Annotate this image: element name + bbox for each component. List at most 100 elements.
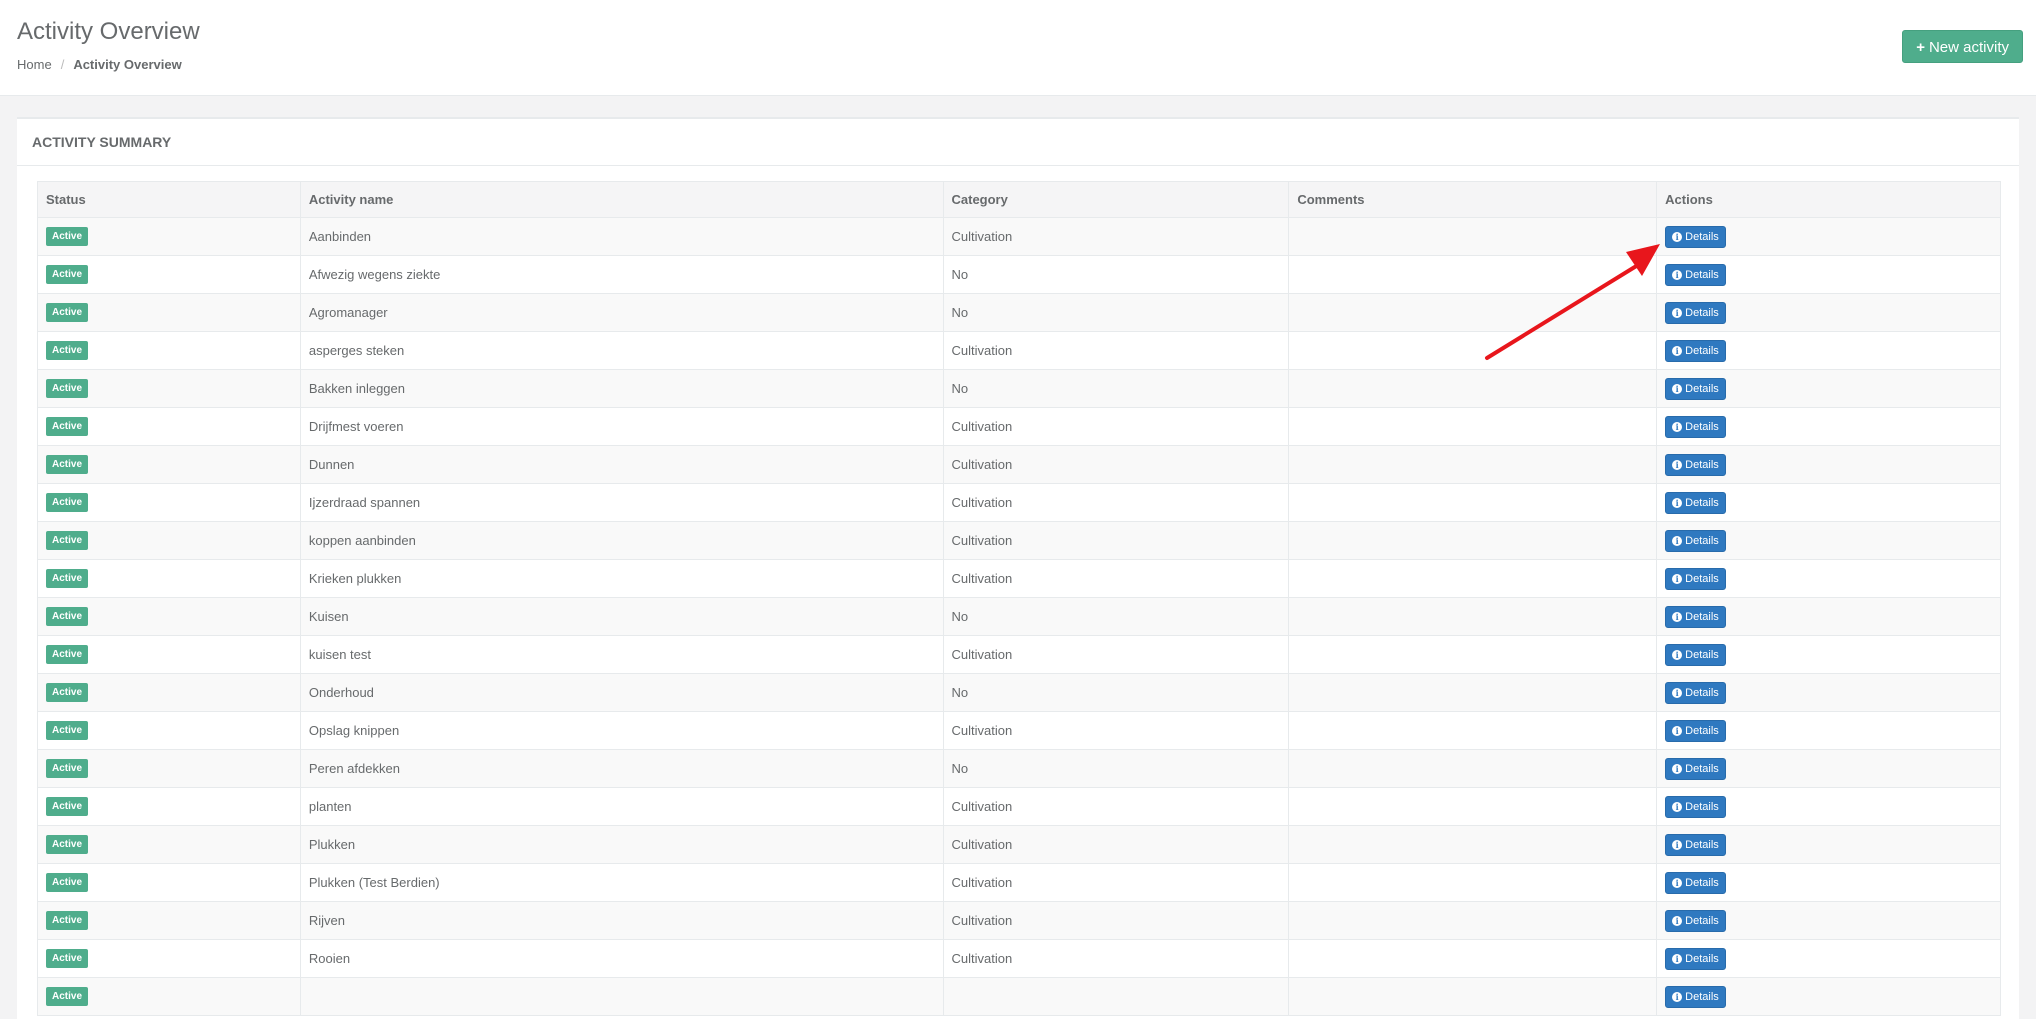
details-button[interactable]: i Details	[1665, 871, 1726, 894]
table-row: Active Plukken (Test Berdien) Cultivation i…	[37, 863, 2001, 902]
details-button[interactable]: i Details	[1665, 377, 1726, 400]
actions-cell: i Details	[1656, 977, 2001, 1016]
details-button[interactable]: i Details	[1665, 491, 1726, 514]
details-button[interactable]: i Details	[1665, 795, 1726, 818]
details-button[interactable]: i Details	[1665, 301, 1726, 324]
details-button[interactable]: i Details	[1665, 567, 1726, 590]
actions-cell: i Details	[1656, 863, 2001, 902]
status-badge: Active	[46, 455, 89, 474]
details-label: Details	[1685, 382, 1719, 395]
activity-name-cell: Kuisen	[299, 597, 944, 636]
table-header-row: Status Activity name Category Comments A…	[37, 181, 2001, 218]
breadcrumb: Home / Activity Overview	[17, 57, 182, 72]
activity-name-cell: Opslag knippen	[299, 711, 944, 750]
comments-cell	[1288, 939, 1658, 978]
actions-cell: i Details	[1656, 825, 2001, 864]
details-button[interactable]: i Details	[1665, 339, 1726, 362]
actions-cell: i Details	[1656, 331, 2001, 370]
table-row: Active i Details	[37, 977, 2001, 1016]
activity-name-cell: kuisen test	[299, 635, 944, 674]
details-button[interactable]: i Details	[1665, 453, 1726, 476]
comments-cell	[1288, 217, 1658, 256]
table-row: Active Onderhoud No i Details	[37, 673, 2001, 712]
activity-name-cell: asperges steken	[299, 331, 944, 370]
category-cell: Cultivation	[942, 407, 1290, 446]
comments-cell	[1288, 255, 1658, 294]
details-button[interactable]: i Details	[1665, 605, 1726, 628]
actions-cell: i Details	[1656, 521, 2001, 560]
info-circle-icon: i	[1672, 801, 1683, 812]
comments-cell	[1288, 369, 1658, 408]
activity-name-cell: Onderhoud	[299, 673, 944, 712]
details-label: Details	[1685, 686, 1719, 699]
comments-cell	[1288, 597, 1658, 636]
category-cell: Cultivation	[942, 711, 1290, 750]
details-button[interactable]: i Details	[1665, 947, 1726, 970]
table-body: Active Aanbinden Cultivation i Details Active…	[37, 217, 2001, 1016]
activity-name-cell: koppen aanbinden	[299, 521, 944, 560]
details-label: Details	[1685, 230, 1719, 243]
details-button[interactable]: i Details	[1665, 719, 1726, 742]
activity-name-cell: Bakken inleggen	[299, 369, 944, 408]
info-circle-icon: i	[1672, 991, 1683, 1002]
details-label: Details	[1685, 344, 1719, 357]
info-circle-icon: i	[1672, 687, 1683, 698]
details-button[interactable]: i Details	[1665, 225, 1726, 248]
status-cell: Active	[37, 293, 301, 332]
details-button[interactable]: i Details	[1665, 833, 1726, 856]
comments-cell	[1288, 635, 1658, 674]
status-cell: Active	[37, 255, 301, 294]
category-cell: Cultivation	[942, 863, 1290, 902]
info-circle-icon: i	[1672, 725, 1683, 736]
category-cell: No	[942, 293, 1290, 332]
category-cell: No	[942, 749, 1290, 788]
status-cell: Active	[37, 787, 301, 826]
breadcrumb-home[interactable]: Home	[17, 57, 52, 72]
info-circle-icon: i	[1672, 345, 1683, 356]
status-badge: Active	[46, 949, 89, 968]
comments-cell	[1288, 749, 1658, 788]
details-button[interactable]: i Details	[1665, 643, 1726, 666]
status-cell: Active	[37, 711, 301, 750]
category-cell: Cultivation	[942, 521, 1290, 560]
table-row: Active Ijzerdraad spannen Cultivation i Deta…	[37, 483, 2001, 522]
activity-name-cell: planten	[299, 787, 944, 826]
table-row: Active Aanbinden Cultivation i Details	[37, 217, 2001, 256]
actions-cell: i Details	[1656, 635, 2001, 674]
details-button[interactable]: i Details	[1665, 681, 1726, 704]
comments-cell	[1288, 445, 1658, 484]
details-button[interactable]: i Details	[1665, 985, 1726, 1008]
info-circle-icon: i	[1672, 839, 1683, 850]
column-header-comments[interactable]: Comments	[1288, 181, 1658, 218]
comments-cell	[1288, 787, 1658, 826]
table-row: Active Rijven Cultivation i Details	[37, 901, 2001, 940]
details-button[interactable]: i Details	[1665, 757, 1726, 780]
table-row: Active Plukken Cultivation i Details	[37, 825, 2001, 864]
category-cell: Cultivation	[942, 939, 1290, 978]
category-cell: Cultivation	[942, 635, 1290, 674]
status-cell: Active	[37, 597, 301, 636]
details-button[interactable]: i Details	[1665, 529, 1726, 552]
comments-cell	[1288, 407, 1658, 446]
table-row: Active kuisen test Cultivation i Details	[37, 635, 2001, 674]
actions-cell: i Details	[1656, 673, 2001, 712]
info-circle-icon: i	[1672, 383, 1683, 394]
status-badge: Active	[46, 265, 89, 284]
status-cell: Active	[37, 369, 301, 408]
details-button[interactable]: i Details	[1665, 263, 1726, 286]
new-activity-button[interactable]: + New activity	[1902, 30, 2023, 63]
activity-name-cell: Rijven	[299, 901, 944, 940]
activity-name-cell: Rooien	[299, 939, 944, 978]
column-header-status[interactable]: Status	[37, 181, 301, 218]
details-button[interactable]: i Details	[1665, 909, 1726, 932]
status-badge: Active	[46, 873, 89, 892]
info-circle-icon: i	[1672, 649, 1683, 660]
details-button[interactable]: i Details	[1665, 415, 1726, 438]
activity-name-cell: Peren afdekken	[299, 749, 944, 788]
status-badge: Active	[46, 227, 89, 246]
category-cell: No	[942, 369, 1290, 408]
column-header-category[interactable]: Category	[942, 181, 1290, 218]
status-cell: Active	[37, 217, 301, 256]
actions-cell: i Details	[1656, 901, 2001, 940]
column-header-activity-name[interactable]: Activity name	[299, 181, 944, 218]
